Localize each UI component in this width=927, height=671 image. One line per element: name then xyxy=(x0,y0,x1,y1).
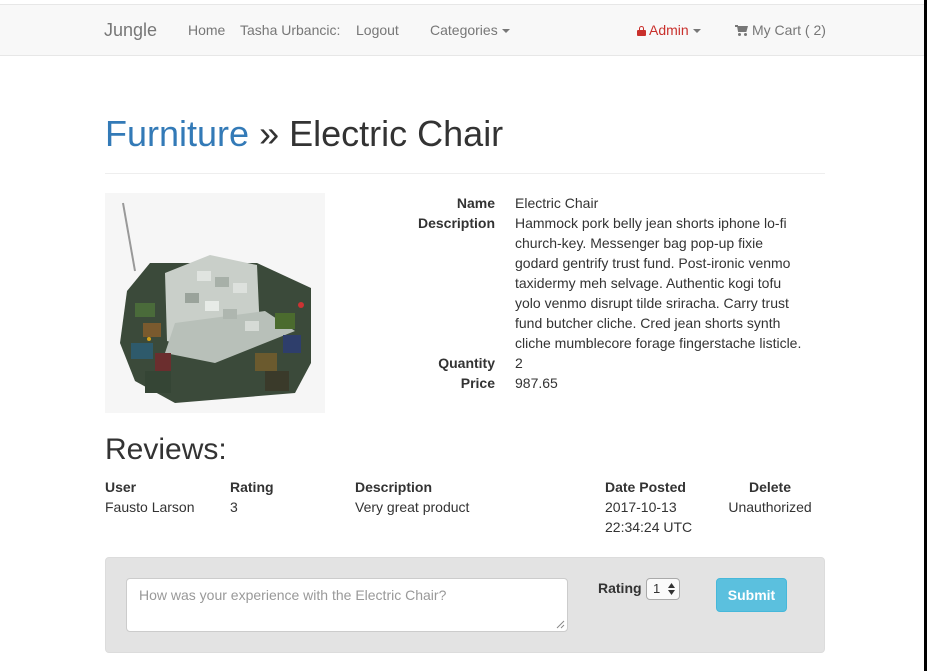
rating-label: Rating xyxy=(598,580,642,596)
nav-admin-dropdown[interactable]: Admin xyxy=(637,5,701,55)
product-name: Electric Chair xyxy=(515,195,599,211)
reviews-header-row: User Rating Description Date Posted Dele… xyxy=(105,477,825,497)
review-user: Fausto Larson xyxy=(105,499,195,515)
page-title: Furniture » Electric Chair xyxy=(105,113,503,155)
reviews-table: User Rating Description Date Posted Dele… xyxy=(105,477,825,537)
review-date-time: 22:34:24 UTC xyxy=(605,519,693,535)
resize-handle-icon[interactable] xyxy=(556,620,565,629)
nav-admin-label: Admin xyxy=(649,22,689,38)
navbar: Jungle Home Tasha Urbancic: Logout Categ… xyxy=(0,4,924,56)
table-row: Fausto Larson 3 Very great product 2017-… xyxy=(105,497,825,537)
brand-link[interactable]: Jungle xyxy=(104,5,157,55)
nav-home-link[interactable]: Home xyxy=(188,5,225,55)
column-header-user: User xyxy=(105,479,137,495)
column-header-delete: Delete xyxy=(748,479,792,495)
review-description: Very great product xyxy=(355,499,470,515)
up-down-arrows-icon xyxy=(668,583,675,595)
breadcrumb-category-link[interactable]: Furniture xyxy=(105,113,249,154)
review-date: 2017-10-13 22:34:24 UTC xyxy=(605,497,715,537)
review-delete-status: Unauthorized xyxy=(728,499,812,515)
breadcrumb-product: Electric Chair xyxy=(289,113,504,154)
rating-select[interactable]: 1 xyxy=(646,578,680,600)
product-description: Hammock pork belly jean shorts iphone lo… xyxy=(515,215,802,351)
product-price: 987.65 xyxy=(515,375,558,391)
chevron-down-icon xyxy=(692,29,701,34)
nav-cart-label: My Cart ( 2) xyxy=(752,22,826,38)
nav-logout-link[interactable]: Logout xyxy=(356,5,399,55)
nav-categories-dropdown[interactable]: Categories xyxy=(430,5,510,55)
lock-icon xyxy=(637,26,646,36)
nav-categories-label: Categories xyxy=(430,22,498,38)
product-details: Name Electric Chair Description Hammock … xyxy=(360,193,830,393)
review-form: Rating 1 Submit xyxy=(105,557,825,653)
shopping-cart-icon xyxy=(735,25,748,36)
product-image xyxy=(105,193,325,413)
review-date-day: 2017-10-13 xyxy=(605,499,677,515)
breadcrumb-separator: » xyxy=(259,113,280,154)
submit-button[interactable]: Submit xyxy=(716,578,787,612)
reviews-heading: Reviews: xyxy=(105,433,227,466)
rating-select-value: 1 xyxy=(653,581,661,596)
column-header-date-posted: Date Posted xyxy=(605,479,686,495)
column-header-description: Description xyxy=(355,479,433,495)
nav-cart-link[interactable]: My Cart ( 2) xyxy=(735,5,826,55)
nav-user-name: Tasha Urbancic: xyxy=(240,22,341,38)
review-textarea[interactable] xyxy=(126,578,568,632)
name-label: Name xyxy=(456,195,495,211)
quantity-label: Quantity xyxy=(438,355,495,371)
review-rating: 3 xyxy=(230,499,238,515)
page: Jungle Home Tasha Urbancic: Logout Categ… xyxy=(0,0,924,671)
price-label: Price xyxy=(460,375,495,391)
title-divider xyxy=(105,173,825,174)
product-quantity: 2 xyxy=(515,355,523,371)
column-header-rating: Rating xyxy=(230,479,274,495)
description-label: Description xyxy=(417,215,495,231)
chevron-down-icon xyxy=(501,29,510,34)
